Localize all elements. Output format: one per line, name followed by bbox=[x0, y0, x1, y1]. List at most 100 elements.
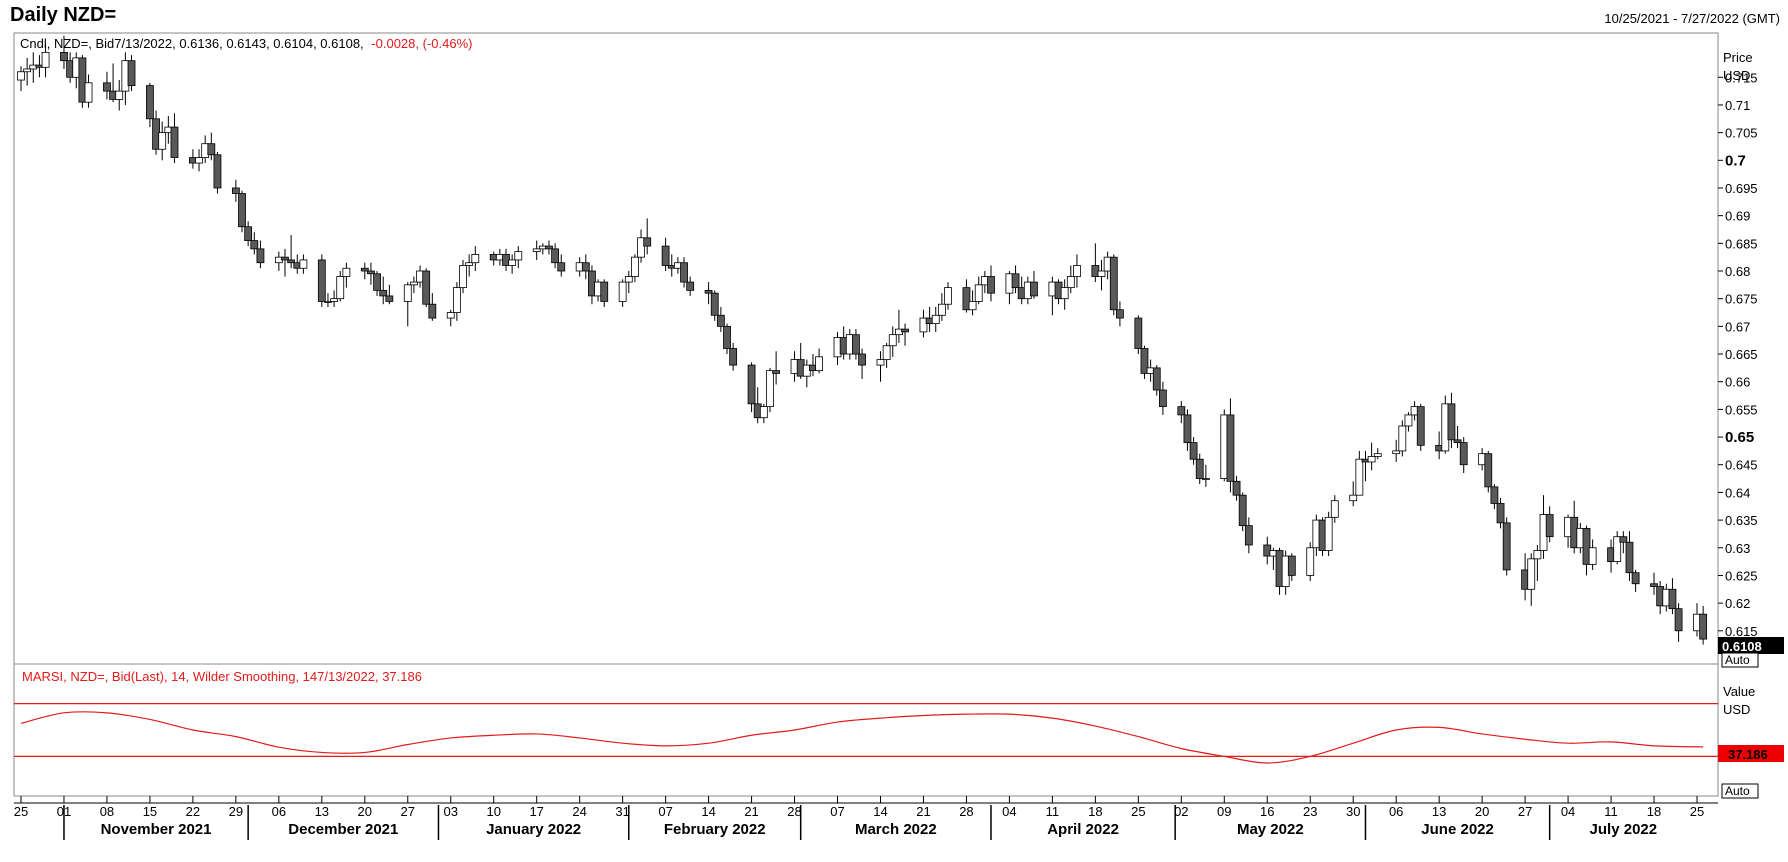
day-tick-label: 25 bbox=[1131, 804, 1145, 819]
candle bbox=[815, 348, 823, 374]
candlestick-series bbox=[17, 35, 1708, 645]
candle-body bbox=[410, 281, 418, 286]
price-change: -0.0028, (-0.46%) bbox=[371, 36, 472, 51]
candle bbox=[1502, 517, 1511, 576]
candle-body bbox=[551, 248, 560, 264]
candle bbox=[238, 190, 246, 233]
candle-body bbox=[1367, 456, 1376, 463]
candle-body bbox=[1226, 414, 1235, 482]
candle-body bbox=[1447, 403, 1456, 441]
candle bbox=[299, 254, 308, 274]
price-tick-label: 0.62 bbox=[1725, 596, 1750, 611]
candle bbox=[422, 268, 431, 307]
day-tick-label: 06 bbox=[272, 804, 286, 819]
candle-body bbox=[1404, 414, 1413, 427]
day-tick-label: 21 bbox=[744, 804, 758, 819]
candle-body bbox=[1619, 536, 1628, 543]
candle bbox=[213, 152, 222, 194]
price-tick-label: 0.63 bbox=[1725, 541, 1750, 556]
price-tick-label: 0.69 bbox=[1725, 209, 1750, 224]
candle-body bbox=[1484, 453, 1493, 488]
candle bbox=[403, 282, 412, 327]
day-tick-label: 18 bbox=[1088, 804, 1102, 819]
rsi-legend: MARSI, NZD=, Bid(Last), 14, Wilder Smoot… bbox=[22, 669, 422, 684]
price-tick-label: 0.71 bbox=[1725, 98, 1750, 113]
candle bbox=[1355, 450, 1364, 496]
candle-body bbox=[1588, 547, 1597, 565]
candle-body bbox=[557, 262, 566, 272]
candle-body bbox=[1459, 442, 1468, 466]
rsi-line bbox=[20, 711, 1704, 764]
candle-body bbox=[1324, 516, 1333, 551]
candle bbox=[1545, 506, 1554, 543]
candle-body bbox=[115, 90, 124, 100]
month-label: March 2022 bbox=[855, 821, 937, 838]
candle-body bbox=[858, 353, 866, 366]
candle-body bbox=[987, 276, 995, 294]
rsi-axis-unit: USD bbox=[1723, 702, 1750, 717]
candle-body bbox=[1416, 406, 1425, 446]
candle-body bbox=[545, 245, 553, 250]
candle-body bbox=[1030, 281, 1038, 297]
candle-body bbox=[336, 276, 345, 300]
candle-body bbox=[23, 68, 32, 73]
candle-body bbox=[1183, 414, 1192, 443]
month-label: May 2022 bbox=[1237, 821, 1304, 838]
time-axis: 25 01 08 15 22 29 06 13 20 27 03 10 17 24 31 07 14 21 28 07… bbox=[14, 796, 1718, 840]
month-label: December 2021 bbox=[288, 821, 398, 838]
price-auto-label: Auto bbox=[1725, 653, 1750, 667]
candle-body bbox=[1232, 480, 1241, 496]
candle-body bbox=[158, 132, 167, 150]
candle-body bbox=[41, 51, 50, 68]
candle bbox=[170, 113, 179, 164]
candle-body bbox=[716, 314, 725, 327]
rsi-axis-label: Value bbox=[1723, 684, 1755, 699]
candle bbox=[23, 57, 32, 86]
month-label: April 2022 bbox=[1047, 821, 1119, 838]
candle-body bbox=[287, 259, 296, 264]
candle-body bbox=[1330, 500, 1339, 518]
last-rsi-value: 37.186 bbox=[1728, 747, 1768, 762]
candle-body bbox=[403, 284, 412, 302]
candle-body bbox=[373, 273, 381, 291]
candle bbox=[1484, 450, 1493, 493]
candle bbox=[766, 367, 774, 413]
day-tick-label: 04 bbox=[1002, 804, 1016, 819]
candle bbox=[1030, 271, 1038, 299]
day-tick-label: 15 bbox=[143, 804, 157, 819]
candle bbox=[1459, 437, 1468, 474]
day-tick-label: 31 bbox=[615, 804, 629, 819]
candle-body bbox=[17, 71, 25, 81]
candle-body bbox=[1073, 265, 1081, 277]
candle-body bbox=[1398, 425, 1407, 452]
candle-body bbox=[1349, 494, 1358, 502]
candle-body bbox=[330, 298, 338, 302]
candle-body bbox=[1097, 270, 1106, 277]
candle-body bbox=[581, 262, 590, 272]
price-tick-label: 0.665 bbox=[1725, 347, 1758, 362]
day-tick-label: 28 bbox=[959, 804, 973, 819]
day-tick-label: 03 bbox=[444, 804, 458, 819]
candle-body bbox=[146, 85, 154, 120]
candle bbox=[1140, 345, 1149, 379]
candle-body bbox=[1060, 287, 1069, 300]
price-axis-ticks: 0.715 0.71 0.705 0.7 0.695 0.69 0.685 0.68 0.675… bbox=[1718, 70, 1758, 639]
candle bbox=[1324, 511, 1333, 557]
day-tick-label: 20 bbox=[1475, 804, 1489, 819]
price-tick-label: 0.655 bbox=[1725, 402, 1758, 417]
day-tick-label: 07 bbox=[658, 804, 672, 819]
candle-body bbox=[1496, 503, 1505, 524]
candle-body bbox=[852, 334, 860, 355]
candle-body bbox=[385, 295, 394, 302]
candle bbox=[987, 265, 995, 302]
price-tick-label: 0.715 bbox=[1725, 70, 1758, 85]
day-tick-label: 08 bbox=[100, 804, 114, 819]
candle-body bbox=[631, 256, 639, 277]
price-legend: Cndl, NZD=, Bid7/13/2022, 0.6136, 0.6143… bbox=[20, 36, 364, 51]
candle-body bbox=[299, 259, 308, 269]
price-axis-label: Price bbox=[1723, 50, 1753, 65]
candle bbox=[618, 279, 627, 307]
candle bbox=[1226, 398, 1235, 493]
day-tick-label: 24 bbox=[572, 804, 586, 819]
chart-canvas[interactable]: Cndl, NZD=, Bid7/13/2022, 0.6136, 0.6143… bbox=[0, 0, 1788, 862]
